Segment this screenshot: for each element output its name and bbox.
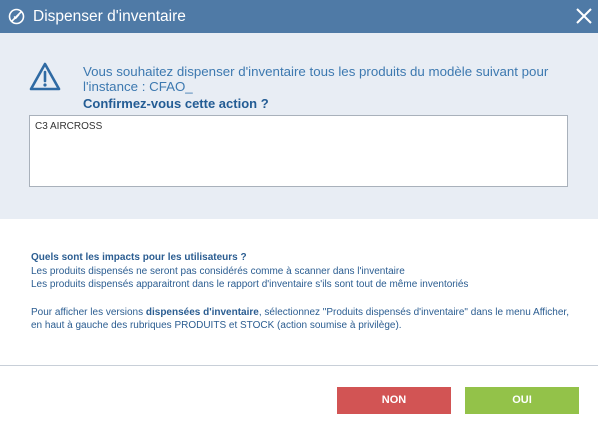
confirmation-prompt: Confirmez-vous cette action ? [83,96,269,111]
confirmation-question: Vous souhaitez dispenser d'inventaire to… [83,64,549,94]
warning-triangle-icon [29,62,61,91]
display-instructions-highlight: dispensées d'inventaire [145,306,259,318]
model-list-box[interactable]: C3 AIRCROSS [29,115,568,187]
impact-line-2: Les produits dispensés apparaitront dans… [31,279,469,290]
impact-title: Quels sont les impacts pour les utilisat… [31,252,247,263]
display-instructions-start: Pour afficher les versions [31,306,146,318]
no-button[interactable]: NON [337,387,451,414]
impact-line-1: Les produits dispensés ne seront pas con… [31,265,405,277]
no-entry-icon [8,8,25,25]
yes-button[interactable]: OUI [465,387,579,414]
close-icon[interactable] [574,6,594,26]
dialog-titlebar: Dispenser d'inventaire [0,0,598,33]
display-instructions: Pour afficher les versions dispensées d'… [31,306,576,333]
impact-info: Quels sont les impacts pour les utilisat… [31,251,576,333]
footer-divider [0,365,598,366]
dialog-title: Dispenser d'inventaire [33,8,186,25]
model-name: C3 AIRCROSS [35,121,103,132]
confirmation-section: Vous souhaitez dispenser d'inventaire to… [0,33,598,219]
dispense-dialog: Dispenser d'inventaire Vous souhaitez di… [0,0,598,438]
